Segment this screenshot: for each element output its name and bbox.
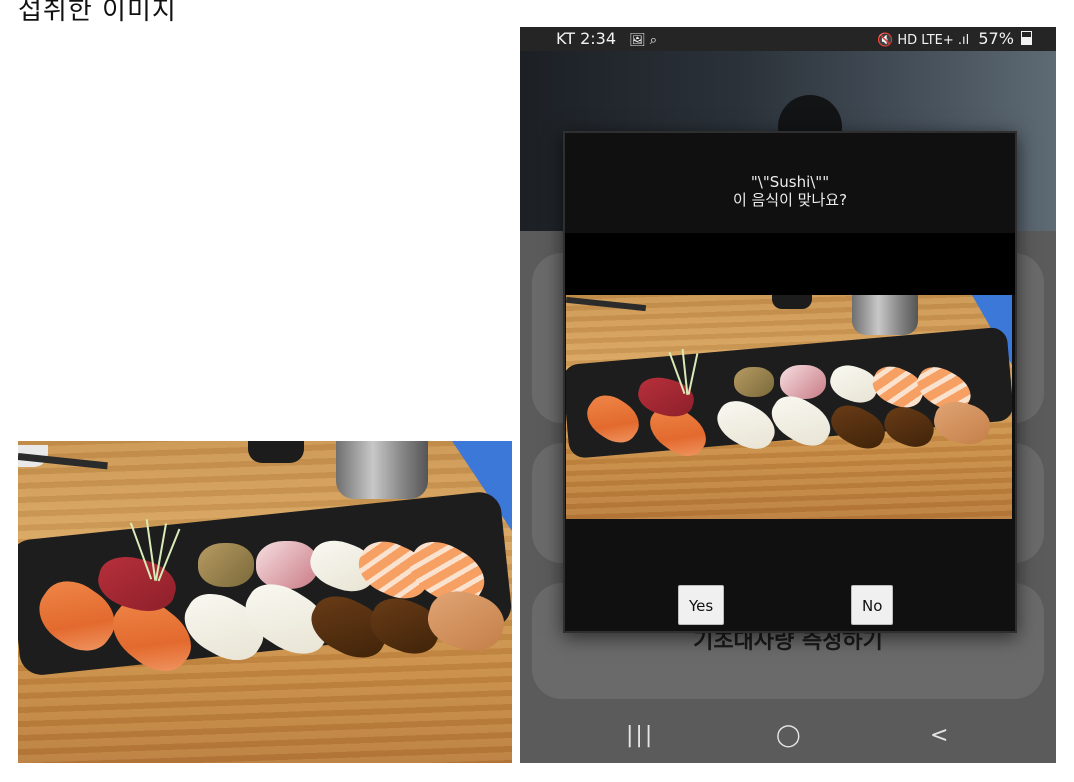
recents-button[interactable]: ||| — [626, 723, 654, 748]
chopsticks — [566, 296, 647, 312]
dialog-title: "\"Sushi\"" 이 음식이 맞나요? — [565, 173, 1015, 209]
yes-button[interactable]: Yes — [678, 585, 725, 625]
octopus-nigiri — [256, 541, 318, 589]
status-left: KT 2:34 🖼 ⌕ — [556, 29, 657, 48]
confirm-question: 이 음식이 맞나요? — [732, 191, 848, 209]
black-cup — [248, 441, 304, 463]
metal-tumbler — [852, 295, 918, 335]
status-bar: KT 2:34 🖼 ⌕ 🔇 HD LTE+ .ıl 57% — [520, 27, 1056, 51]
detected-food-label: "\"Sushi\"" — [750, 173, 830, 191]
metal-tumbler — [336, 441, 428, 499]
dialog-food-photo — [566, 295, 1012, 519]
signal-icons: 🔇 HD LTE+ .ıl — [877, 33, 970, 48]
dialog-divider-band — [565, 233, 1015, 295]
clam-nigiri — [734, 367, 774, 397]
uploaded-food-photo — [18, 441, 512, 763]
home-button[interactable]: ◯ — [776, 723, 801, 748]
android-nav-bar: ||| ◯ < — [520, 713, 1056, 763]
food-confirm-dialog: "\"Sushi\"" 이 음식이 맞나요? Yes No — [563, 131, 1017, 633]
notification-icons: 🖼 ⌕ — [629, 33, 658, 48]
no-button[interactable]: No — [851, 585, 894, 625]
octopus-nigiri — [780, 365, 826, 399]
back-button[interactable]: < — [930, 723, 948, 748]
status-right: 🔇 HD LTE+ .ıl 57% — [877, 29, 1032, 48]
black-cup — [772, 295, 812, 309]
page-caption: 섭취한 이미지 — [18, 0, 177, 26]
clam-nigiri — [198, 543, 254, 587]
battery-level: 57% — [978, 29, 1014, 48]
battery-icon — [1021, 31, 1032, 45]
phone-screen: KT 2:34 🖼 ⌕ 🔇 HD LTE+ .ıl 57% 기초대사량 측정하기… — [520, 27, 1056, 763]
carrier-time: KT 2:34 — [556, 29, 617, 48]
